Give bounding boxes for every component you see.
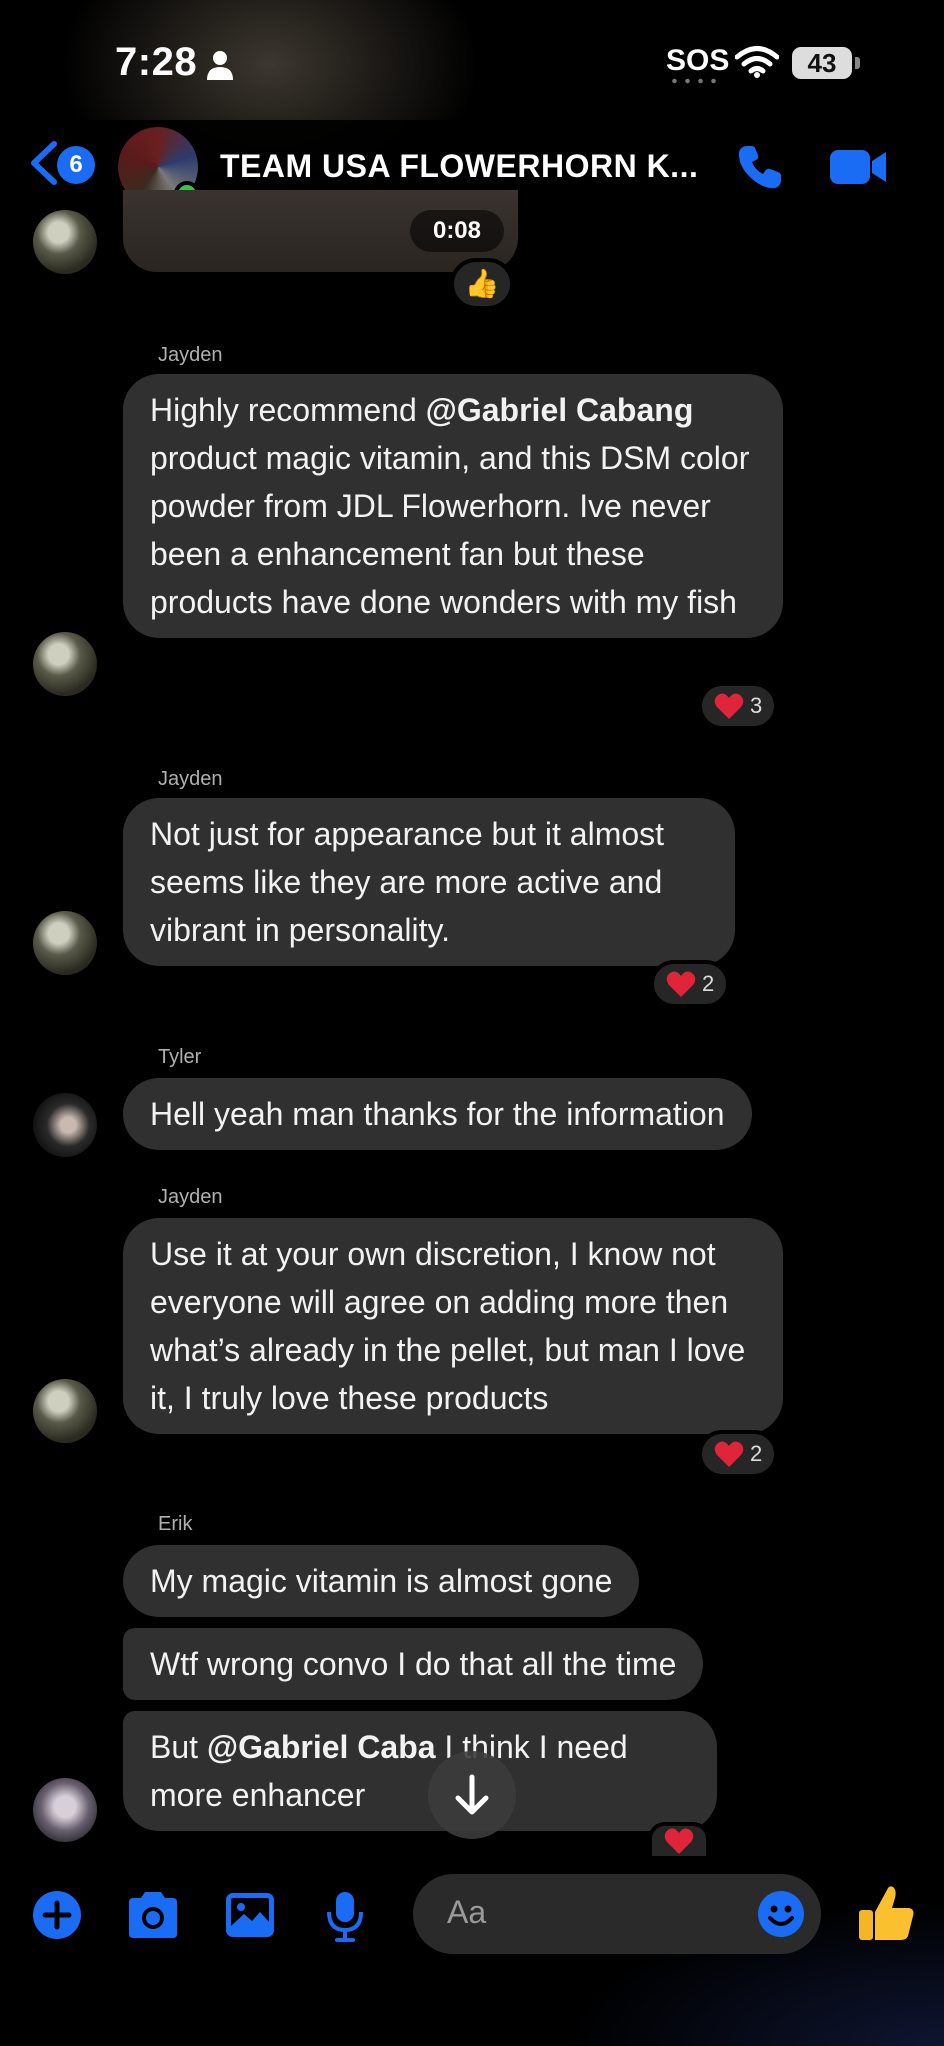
- avatar[interactable]: [33, 1778, 97, 1842]
- scroll-to-bottom-button[interactable]: [428, 1751, 516, 1839]
- heart-icon: [664, 1828, 694, 1854]
- message-text-part: product magic vitamin, and this DSM colo…: [150, 440, 750, 620]
- message-bubble[interactable]: But @Gabriel Caba I think I need more en…: [123, 1711, 717, 1831]
- status-time: 7:28: [115, 40, 198, 84]
- heart-reaction[interactable]: 3: [698, 682, 779, 730]
- message-bubble[interactable]: Use it at your own discretion, I know no…: [123, 1218, 783, 1434]
- person-icon: [207, 51, 233, 80]
- thumbs-up-reaction[interactable]: 👍: [450, 258, 514, 310]
- unread-badge[interactable]: 6: [57, 146, 95, 184]
- avatar[interactable]: [33, 1093, 97, 1157]
- heart-reaction[interactable]: 2: [698, 1430, 779, 1478]
- battery-indicator: 43: [792, 47, 852, 79]
- sender-name: Jayden: [158, 1186, 223, 1208]
- mention-link[interactable]: @Gabriel Cabang: [426, 392, 694, 428]
- heart-icon: [714, 1441, 744, 1467]
- mention-link[interactable]: @Gabriel Caba: [207, 1729, 436, 1765]
- sender-name: Erik: [158, 1513, 193, 1535]
- heart-reaction-partial[interactable]: [648, 1822, 710, 1856]
- microphone-icon[interactable]: [325, 1890, 365, 1942]
- plus-circle-icon[interactable]: [32, 1890, 82, 1940]
- reaction-count: 2: [702, 971, 715, 996]
- video-call-icon[interactable]: [828, 146, 888, 188]
- avatar[interactable]: [33, 632, 97, 696]
- video-duration: 0:08: [410, 210, 504, 252]
- photo-gallery-icon[interactable]: [224, 1890, 276, 1940]
- message-input-placeholder: Aa: [447, 1894, 487, 1930]
- sos-indicator: SOS: [666, 44, 730, 77]
- avatar[interactable]: [33, 911, 97, 975]
- back-chevron-icon[interactable]: [26, 140, 60, 186]
- camera-icon[interactable]: [125, 1890, 181, 1940]
- heart-icon: [666, 971, 696, 997]
- chat-title[interactable]: TEAM USA FLOWERHORN K...: [220, 148, 698, 185]
- message-bubble[interactable]: My magic vitamin is almost gone: [123, 1545, 640, 1617]
- sender-name: Jayden: [158, 344, 223, 366]
- message-bubble[interactable]: Highly recommend @Gabriel Cabang product…: [123, 374, 783, 638]
- reaction-count: 2: [750, 1441, 763, 1466]
- sender-name: Tyler: [158, 1046, 202, 1068]
- message-bubble[interactable]: Hell yeah man thanks for the information: [123, 1078, 752, 1150]
- sender-name: Jayden: [158, 768, 223, 790]
- message-text-part: But: [150, 1729, 207, 1765]
- signal-dots-icon: [668, 78, 720, 84]
- battery-cap-icon: [855, 57, 860, 69]
- avatar[interactable]: [33, 1379, 97, 1443]
- reaction-count: 3: [750, 693, 763, 718]
- message-text-part: Highly recommend: [150, 392, 426, 428]
- avatar[interactable]: [33, 210, 97, 274]
- message-bubble[interactable]: Wtf wrong convo I do that all the time: [123, 1628, 704, 1700]
- heart-icon: [714, 693, 744, 719]
- wifi-icon: [735, 46, 779, 78]
- message-bubble[interactable]: Not just for appearance but it almost se…: [123, 798, 735, 966]
- emoji-icon[interactable]: [757, 1890, 805, 1938]
- heart-reaction[interactable]: 2: [650, 960, 731, 1008]
- thumbs-up-send-icon[interactable]: [855, 1882, 917, 1944]
- status-bar: 7:28 SOS 43: [0, 0, 944, 120]
- phone-call-icon[interactable]: [735, 142, 785, 192]
